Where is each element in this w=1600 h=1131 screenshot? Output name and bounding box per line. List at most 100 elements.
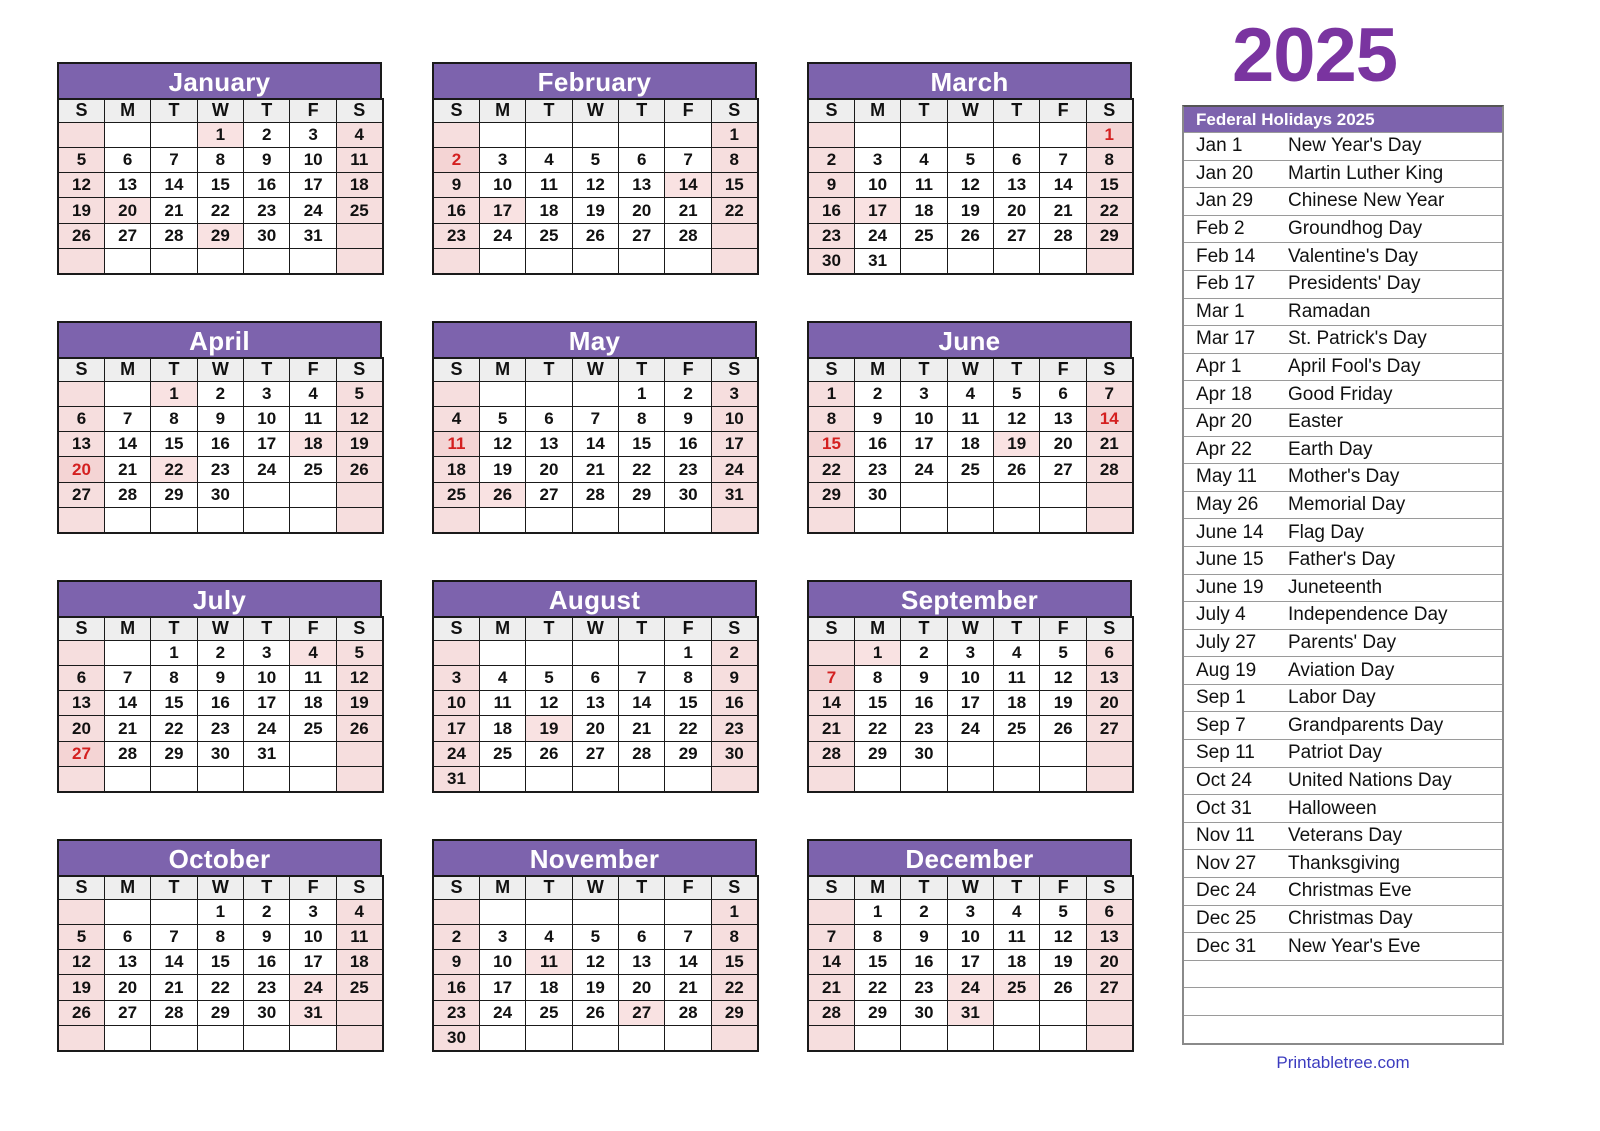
day-cell[interactable]: 29 xyxy=(1085,222,1134,249)
day-cell[interactable]: 29 xyxy=(807,481,855,508)
day-cell[interactable]: 22 xyxy=(853,715,902,742)
day-cell[interactable]: 12 xyxy=(335,405,384,433)
day-cell[interactable]: 9 xyxy=(196,664,245,692)
day-cell[interactable]: 29 xyxy=(853,999,902,1026)
day-cell[interactable]: 24 xyxy=(289,197,337,224)
day-cell[interactable]: 20 xyxy=(103,974,152,1001)
day-cell[interactable]: 18 xyxy=(993,949,1041,976)
day-cell[interactable]: 17 xyxy=(289,172,337,199)
day-cell[interactable]: 10 xyxy=(289,923,337,951)
day-cell[interactable]: 22 xyxy=(853,974,902,1001)
day-cell[interactable]: 16 xyxy=(664,431,712,458)
day-cell[interactable]: 8 xyxy=(196,923,245,951)
day-cell[interactable]: 29 xyxy=(710,999,759,1026)
day-cell[interactable]: 15 xyxy=(196,172,245,199)
day-cell[interactable]: 22 xyxy=(710,974,759,1001)
day-cell[interactable]: 9 xyxy=(196,405,245,433)
day-cell[interactable]: 3 xyxy=(946,639,995,666)
day-cell[interactable]: 20 xyxy=(993,197,1041,224)
day-cell[interactable]: 11 xyxy=(432,431,480,458)
day-cell[interactable]: 30 xyxy=(807,247,855,275)
day-cell[interactable]: 21 xyxy=(664,197,712,224)
day-cell[interactable]: 3 xyxy=(289,121,337,148)
day-cell[interactable]: 28 xyxy=(664,999,712,1026)
day-cell[interactable]: 27 xyxy=(1085,715,1134,742)
day-cell[interactable]: 6 xyxy=(1085,898,1134,925)
day-cell[interactable]: 20 xyxy=(1039,431,1087,458)
day-cell[interactable]: 29 xyxy=(196,222,245,249)
day-cell[interactable]: 9 xyxy=(432,949,480,976)
day-cell[interactable]: 10 xyxy=(432,690,480,717)
day-cell[interactable]: 21 xyxy=(664,974,712,1001)
day-cell[interactable]: 7 xyxy=(807,664,855,692)
day-cell[interactable]: 15 xyxy=(1085,172,1134,199)
day-cell[interactable]: 28 xyxy=(103,740,152,767)
day-cell[interactable]: 17 xyxy=(478,974,527,1001)
day-cell[interactable]: 10 xyxy=(289,146,337,174)
day-cell[interactable]: 20 xyxy=(1085,949,1134,976)
day-cell[interactable]: 3 xyxy=(946,898,995,925)
day-cell[interactable]: 9 xyxy=(900,664,948,692)
day-cell[interactable]: 1 xyxy=(150,380,198,407)
day-cell[interactable]: 23 xyxy=(900,715,948,742)
day-cell[interactable]: 5 xyxy=(571,923,620,951)
day-cell[interactable]: 10 xyxy=(243,664,291,692)
day-cell[interactable]: 19 xyxy=(478,456,527,483)
day-cell[interactable]: 4 xyxy=(335,121,384,148)
day-cell[interactable]: 4 xyxy=(946,380,995,407)
day-cell[interactable]: 23 xyxy=(196,456,245,483)
day-cell[interactable]: 28 xyxy=(807,999,855,1026)
day-cell[interactable]: 9 xyxy=(243,923,291,951)
day-cell[interactable]: 29 xyxy=(150,740,198,767)
day-cell[interactable]: 22 xyxy=(664,715,712,742)
day-cell[interactable]: 26 xyxy=(525,740,573,767)
day-cell[interactable]: 31 xyxy=(432,765,480,793)
day-cell[interactable]: 9 xyxy=(900,923,948,951)
day-cell[interactable]: 11 xyxy=(335,146,384,174)
day-cell[interactable]: 3 xyxy=(243,639,291,666)
day-cell[interactable]: 1 xyxy=(664,639,712,666)
day-cell[interactable]: 6 xyxy=(618,923,666,951)
day-cell[interactable]: 28 xyxy=(807,740,855,767)
day-cell[interactable]: 2 xyxy=(900,898,948,925)
day-cell[interactable]: 17 xyxy=(478,197,527,224)
day-cell[interactable]: 23 xyxy=(900,974,948,1001)
day-cell[interactable]: 18 xyxy=(993,690,1041,717)
day-cell[interactable]: 8 xyxy=(150,405,198,433)
day-cell[interactable]: 8 xyxy=(710,146,759,174)
day-cell[interactable]: 12 xyxy=(525,690,573,717)
day-cell[interactable]: 19 xyxy=(946,197,995,224)
day-cell[interactable]: 13 xyxy=(103,172,152,199)
day-cell[interactable]: 19 xyxy=(335,690,384,717)
day-cell[interactable]: 4 xyxy=(289,380,337,407)
day-cell[interactable]: 20 xyxy=(103,197,152,224)
day-cell[interactable]: 23 xyxy=(243,974,291,1001)
day-cell[interactable]: 5 xyxy=(478,405,527,433)
day-cell[interactable]: 12 xyxy=(571,949,620,976)
day-cell[interactable]: 14 xyxy=(103,690,152,717)
day-cell[interactable]: 11 xyxy=(289,664,337,692)
day-cell[interactable]: 29 xyxy=(853,740,902,767)
day-cell[interactable]: 3 xyxy=(289,898,337,925)
day-cell[interactable]: 8 xyxy=(196,146,245,174)
day-cell[interactable]: 26 xyxy=(571,222,620,249)
day-cell[interactable]: 22 xyxy=(150,456,198,483)
day-cell[interactable]: 11 xyxy=(335,923,384,951)
day-cell[interactable]: 3 xyxy=(432,664,480,692)
day-cell[interactable]: 3 xyxy=(478,146,527,174)
day-cell[interactable]: 27 xyxy=(525,481,573,508)
day-cell[interactable]: 1 xyxy=(196,898,245,925)
day-cell[interactable]: 7 xyxy=(103,405,152,433)
day-cell[interactable]: 12 xyxy=(946,172,995,199)
day-cell[interactable]: 8 xyxy=(618,405,666,433)
day-cell[interactable]: 28 xyxy=(618,740,666,767)
day-cell[interactable]: 11 xyxy=(993,664,1041,692)
day-cell[interactable]: 14 xyxy=(618,690,666,717)
day-cell[interactable]: 23 xyxy=(710,715,759,742)
day-cell[interactable]: 1 xyxy=(618,380,666,407)
day-cell[interactable]: 8 xyxy=(853,923,902,951)
day-cell[interactable]: 9 xyxy=(853,405,902,433)
day-cell[interactable]: 7 xyxy=(807,923,855,951)
day-cell[interactable]: 13 xyxy=(571,690,620,717)
day-cell[interactable]: 20 xyxy=(618,197,666,224)
